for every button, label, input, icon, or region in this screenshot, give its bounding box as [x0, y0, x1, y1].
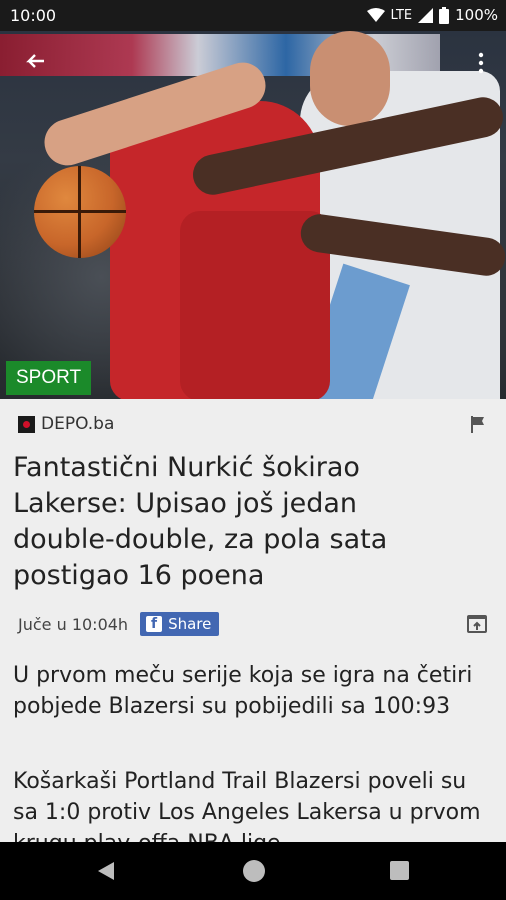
- category-badge[interactable]: SPORT: [6, 361, 92, 395]
- article-hero-image: SPORT: [0, 31, 506, 399]
- back-arrow-icon[interactable]: [22, 49, 48, 75]
- system-nav-bar: [0, 842, 506, 900]
- article-date: Juče u 10:04h: [18, 614, 129, 634]
- battery-icon: [439, 6, 450, 24]
- open-in-browser-icon[interactable]: [466, 613, 488, 635]
- source-logo: [18, 415, 35, 433]
- signal-icon: [418, 7, 434, 23]
- nav-home-icon[interactable]: [243, 860, 265, 882]
- wifi-icon: [366, 7, 385, 22]
- source-name: DEPO.ba: [41, 414, 115, 434]
- article-lead: U prvom meču serije koja se igra na četi…: [13, 663, 473, 719]
- report-flag-icon[interactable]: [468, 414, 488, 434]
- article-meta: Juče u 10:04h f Share: [18, 612, 220, 636]
- facebook-share-button[interactable]: f Share: [140, 612, 220, 636]
- article-title: Fantastični Nurkić šokirao Lakerse: Upis…: [13, 452, 388, 591]
- facebook-icon: f: [146, 616, 163, 632]
- basketball: [34, 166, 126, 258]
- network-label: LTE: [390, 7, 413, 23]
- status-bar: 10:00 LTE 100%: [0, 0, 506, 31]
- status-time: 10:00: [10, 6, 57, 25]
- nav-back-icon[interactable]: [96, 860, 116, 882]
- nav-recents-icon[interactable]: [390, 861, 409, 880]
- article-source[interactable]: DEPO.ba: [18, 414, 114, 434]
- battery-percent: 100%: [455, 6, 498, 24]
- share-label: Share: [168, 615, 212, 633]
- status-icons: LTE 100%: [366, 6, 498, 24]
- more-vert-icon[interactable]: [476, 51, 486, 75]
